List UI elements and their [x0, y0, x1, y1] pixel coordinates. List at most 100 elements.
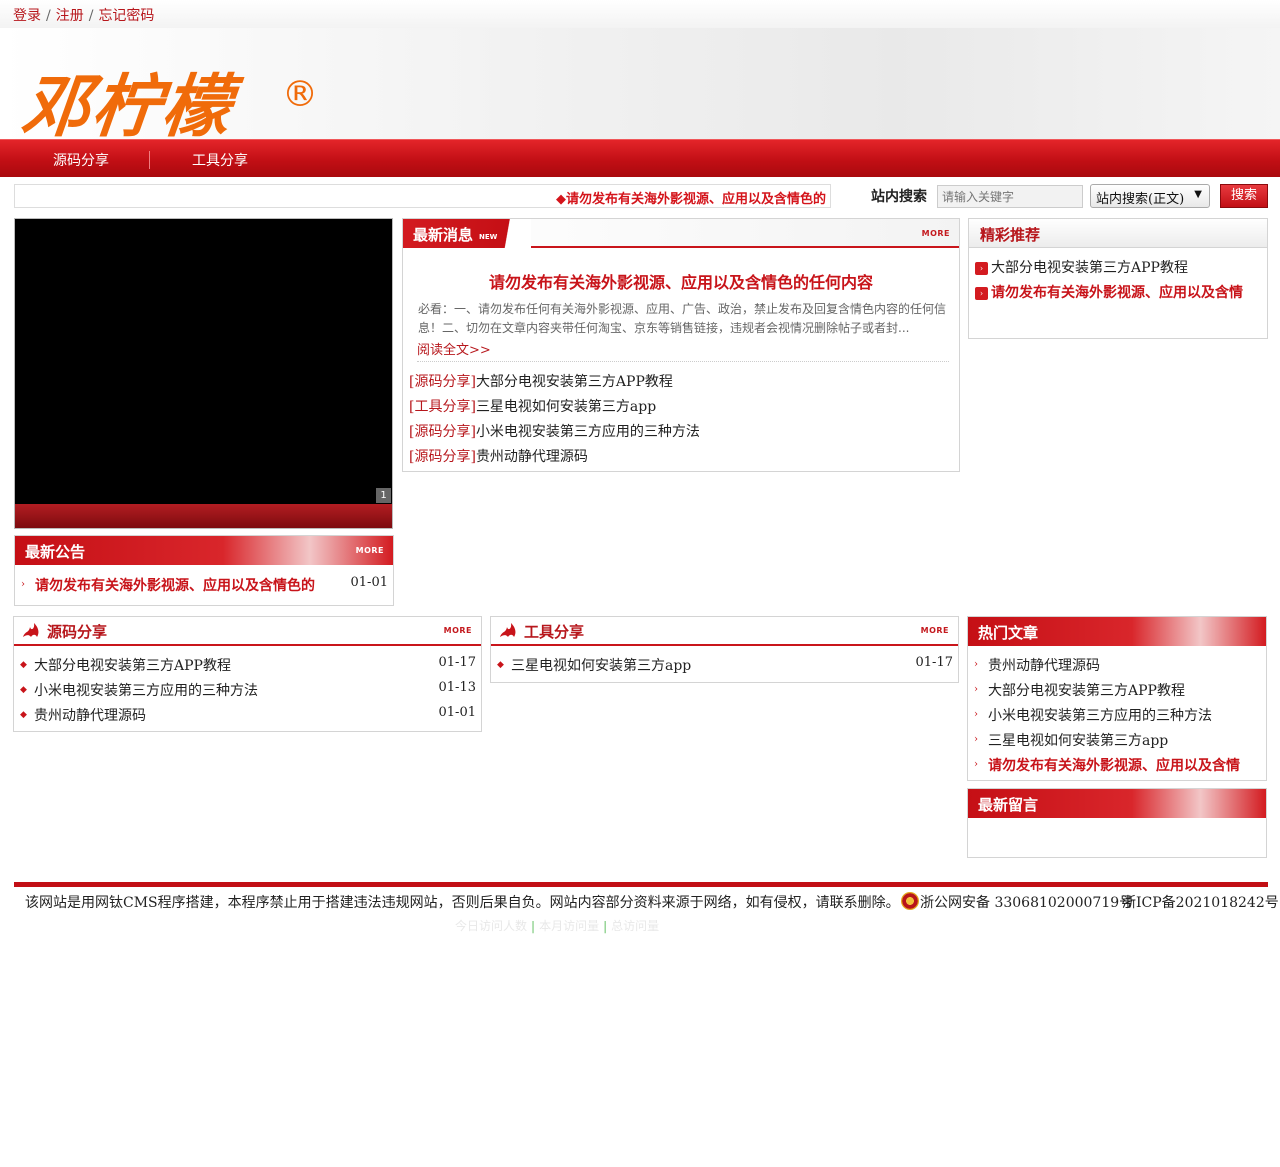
top-bar: 登录 / 注册 / 忘记密码	[0, 0, 1280, 28]
flame-icon	[23, 623, 39, 637]
search-button[interactable]: 搜索	[1220, 184, 1268, 208]
bullet-icon: ◆	[497, 660, 504, 670]
visit-stats: 今日访问人数 | 本月访问量 | 总访问量	[455, 917, 659, 934]
hot-header: 热门文章	[968, 617, 1266, 646]
slider-caption-bar	[15, 504, 392, 528]
slide-index[interactable]: 1	[376, 488, 391, 503]
notice-title: 最新公告	[25, 543, 86, 561]
news-item-title[interactable]: 大部分电视安装第三方APP教程	[476, 374, 673, 390]
bullet-icon: ◆	[20, 685, 27, 695]
notice-panel: 最新公告 MORE › 请勿发布有关海外影视源、应用以及含情色的 01-01	[14, 535, 394, 606]
stat-separator: |	[531, 919, 536, 933]
news-summary: 必看：一、请勿发布任何有关海外影视源、应用、广告、政治，禁止发布及回复含情色内容…	[418, 302, 946, 335]
footer-disclaimer: 该网站是用网钛CMS程序搭建，本程序禁止用于搭建违法违规网站，否则后果自负。网站…	[25, 895, 900, 911]
tools-header: 工具分享 MORE	[491, 617, 958, 646]
nav-item-tools[interactable]: 工具分享	[192, 150, 248, 170]
item-link[interactable]: 三星电视如何安装第三方app	[988, 730, 1168, 750]
notice-link[interactable]: 请勿发布有关海外影视源、应用以及含情色的	[35, 575, 315, 595]
list-item[interactable]: › 请勿发布有关海外影视源、应用以及含情	[968, 755, 1266, 780]
list-item[interactable]: ◆ 三星电视如何安装第三方app 01-17	[491, 655, 958, 680]
item-link[interactable]: 小米电视安装第三方应用的三种方法	[34, 680, 258, 700]
ticker-link[interactable]: ◆请勿发布有关海外影视源、应用以及含情色的	[556, 188, 826, 207]
footer-divider	[14, 882, 1268, 887]
register-link[interactable]: 注册	[56, 8, 84, 24]
login-link[interactable]: 登录	[13, 8, 41, 24]
tools-more-link[interactable]: MORE	[921, 626, 949, 635]
list-item[interactable]: › 请勿发布有关海外影视源、应用以及含情	[969, 282, 1267, 307]
hot-panel: 热门文章 › 贵州动静代理源码 › 大部分电视安装第三方APP教程 › 小米电视安装第…	[967, 616, 1267, 781]
source-title: 源码分享	[47, 623, 108, 641]
bullet-icon: ◆	[20, 710, 27, 720]
stat-month: 本月访问量	[539, 919, 600, 933]
item-date: 01-13	[438, 680, 476, 695]
news-category[interactable]: [源码分享]	[409, 374, 476, 390]
list-item[interactable]: › 大部分电视安装第三方APP教程	[969, 257, 1267, 282]
item-link[interactable]: 贵州动静代理源码	[34, 705, 146, 725]
news-category[interactable]: [工具分享]	[409, 399, 476, 415]
header: 邓柠檬 ®	[0, 28, 1280, 147]
arrow-icon: ›	[974, 684, 978, 695]
icp-record-link[interactable]: 浙ICP备2021018242号	[1122, 892, 1279, 912]
forgot-password-link[interactable]: 忘记密码	[98, 8, 154, 24]
list-item[interactable]: › 请勿发布有关海外影视源、应用以及含情色的 01-01	[15, 575, 393, 600]
arrow-icon: ›	[974, 759, 978, 770]
stat-today: 今日访问人数	[455, 919, 528, 933]
tools-panel: 工具分享 MORE ◆ 三星电视如何安装第三方app 01-17	[490, 616, 959, 683]
item-date: 01-01	[438, 705, 476, 720]
account-links: 登录 / 注册 / 忘记密码	[13, 5, 154, 25]
list-item[interactable]: ◆ 贵州动静代理源码 01-01	[14, 705, 481, 730]
news-more-link[interactable]: MORE	[922, 229, 950, 238]
list-item[interactable]: › 大部分电视安装第三方APP教程	[968, 680, 1266, 705]
news-item-title[interactable]: 贵州动静代理源码	[476, 449, 588, 465]
notice-more-link[interactable]: MORE	[356, 546, 384, 555]
list-item[interactable]: ◆ 小米电视安装第三方应用的三种方法 01-13	[14, 680, 481, 705]
arrow-icon: ›	[974, 709, 978, 720]
news-row[interactable]: [工具分享]三星电视如何安装第三方app	[409, 396, 656, 421]
site-logo[interactable]: 邓柠檬	[18, 68, 236, 148]
news-item-title[interactable]: 小米电视安装第三方应用的三种方法	[476, 424, 700, 440]
nav-divider	[149, 151, 150, 169]
nav-item-source[interactable]: 源码分享	[53, 150, 109, 170]
search-scope-select[interactable]: 站内搜索(正文) ▼	[1090, 184, 1210, 208]
news-category[interactable]: [源码分享]	[409, 449, 476, 465]
news-row[interactable]: [源码分享]大部分电视安装第三方APP教程	[409, 371, 673, 396]
read-more-link[interactable]: 阅读全文>>	[417, 339, 491, 358]
stat-separator: |	[603, 919, 608, 933]
source-more-link[interactable]: MORE	[444, 626, 472, 635]
police-record-link[interactable]: 浙公网安备 33068102000719号	[920, 892, 1133, 912]
item-link[interactable]: 请勿发布有关海外影视源、应用以及含情	[988, 755, 1240, 775]
item-link[interactable]: 大部分电视安装第三方APP教程	[34, 655, 231, 675]
comments-header: 最新留言	[968, 789, 1266, 818]
chevron-down-icon: ▼	[1194, 189, 1202, 200]
bullet-icon: ◆	[20, 660, 27, 670]
search-input[interactable]	[937, 185, 1083, 208]
image-slider[interactable]: 1	[14, 218, 393, 529]
tools-title: 工具分享	[524, 623, 585, 641]
comments-title: 最新留言	[978, 796, 1039, 814]
news-headline-link[interactable]: 请勿发布有关海外影视源、应用以及含情色的任何内容	[403, 269, 959, 293]
news-category[interactable]: [源码分享]	[409, 424, 476, 440]
item-link[interactable]: 贵州动静代理源码	[988, 655, 1100, 675]
comments-panel: 最新留言	[967, 788, 1267, 858]
news-tab: 最新消息 NEW	[403, 219, 531, 248]
arrow-icon: ›	[21, 579, 25, 590]
recommend-title: 精彩推荐	[980, 226, 1041, 244]
main-nav: 源码分享 工具分享	[0, 139, 1280, 177]
hot-title: 热门文章	[978, 624, 1039, 642]
list-item[interactable]: › 贵州动静代理源码	[968, 655, 1266, 680]
recommend-link[interactable]: 请勿发布有关海外影视源、应用以及含情	[991, 282, 1243, 302]
registered-mark: ®	[282, 74, 318, 115]
item-link[interactable]: 大部分电视安装第三方APP教程	[988, 680, 1185, 700]
news-item-title[interactable]: 三星电视如何安装第三方app	[476, 399, 656, 415]
item-link[interactable]: 三星电视如何安装第三方app	[511, 655, 691, 675]
news-panel: 最新消息 NEW MORE 请勿发布有关海外影视源、应用以及含情色的任何内容 必…	[402, 218, 960, 472]
list-item[interactable]: ◆ 大部分电视安装第三方APP教程 01-17	[14, 655, 481, 680]
news-row[interactable]: [源码分享]小米电视安装第三方应用的三种方法	[409, 421, 700, 446]
item-link[interactable]: 小米电视安装第三方应用的三种方法	[988, 705, 1212, 725]
news-row[interactable]: [源码分享]贵州动静代理源码	[409, 446, 588, 471]
list-item[interactable]: › 三星电视如何安装第三方app	[968, 730, 1266, 755]
recommend-link[interactable]: 大部分电视安装第三方APP教程	[991, 257, 1188, 277]
source-panel: 源码分享 MORE ◆ 大部分电视安装第三方APP教程 01-17 ◆ 小米电视…	[13, 616, 482, 732]
list-item[interactable]: › 小米电视安装第三方应用的三种方法	[968, 705, 1266, 730]
item-date: 01-01	[350, 575, 388, 590]
